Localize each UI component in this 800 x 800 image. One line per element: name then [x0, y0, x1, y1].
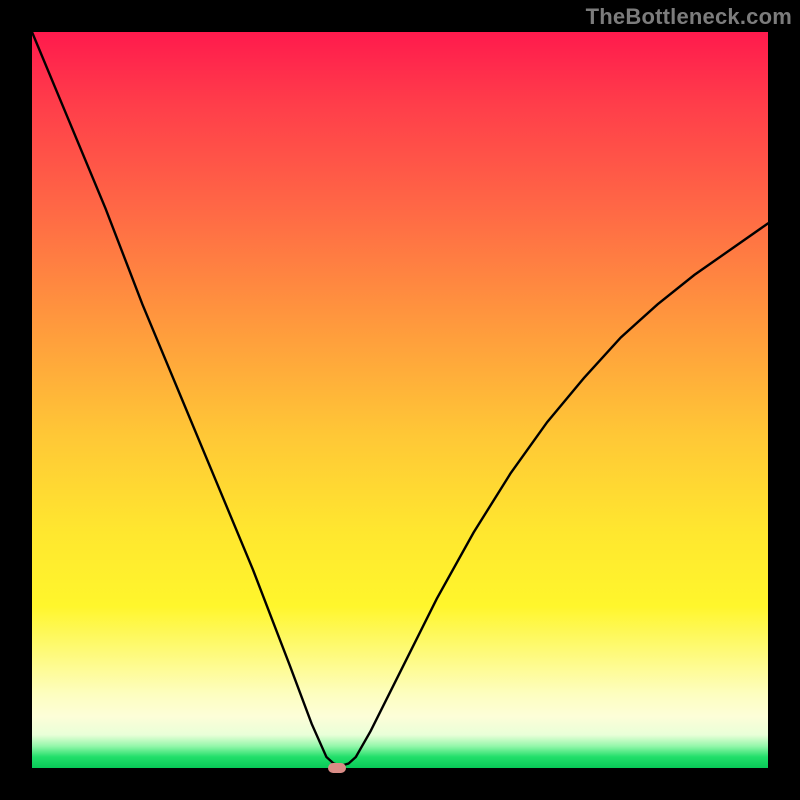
- chart-frame: TheBottleneck.com: [0, 0, 800, 800]
- watermark-text: TheBottleneck.com: [586, 4, 792, 30]
- minimum-marker: [328, 763, 346, 773]
- curve-svg: [32, 32, 768, 768]
- plot-area: [32, 32, 768, 768]
- bottleneck-curve: [32, 32, 768, 766]
